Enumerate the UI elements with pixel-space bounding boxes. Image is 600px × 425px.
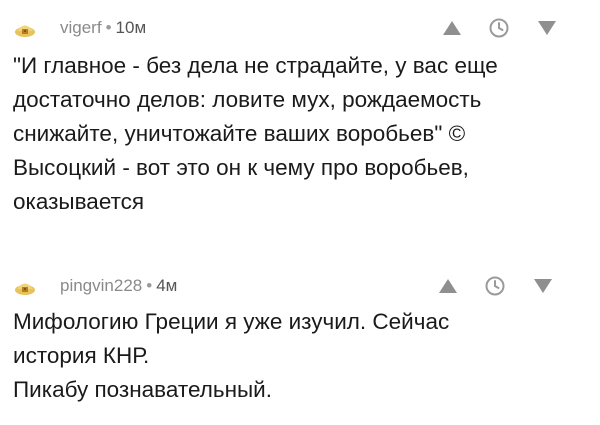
comment-text: "И главное - без дела не страдайте, у ва… <box>13 49 593 219</box>
author-name[interactable]: pingvin228 <box>60 276 142 295</box>
comment-meta: pingvin228 • 4м <box>60 276 177 296</box>
comment-meta: vigerf • 10м <box>60 18 146 38</box>
default-avatar-icon[interactable] <box>14 277 36 295</box>
author-name[interactable]: vigerf <box>60 18 102 37</box>
comment-text-line: снижайте, уничтожайте ваших воробьев" © <box>13 121 466 146</box>
comment-header: vigerf • 10м <box>0 10 600 44</box>
comment-actions <box>440 17 560 39</box>
comment-header: pingvin228 • 4м <box>0 268 600 302</box>
default-avatar-icon[interactable] <box>14 19 36 37</box>
triangle-up-icon[interactable] <box>440 17 464 39</box>
triangle-up-icon[interactable] <box>436 275 460 297</box>
meta-separator: • <box>146 276 153 295</box>
comment-time: 4м <box>156 276 178 295</box>
triangle-down-icon[interactable] <box>535 17 559 39</box>
comment-text-line: Высоцкий - вот это он к чему про воробье… <box>13 155 469 180</box>
comment-text-line: Пикабу познавательный. <box>13 377 272 402</box>
comment-actions <box>436 275 556 297</box>
comment-text-line: "И главное - без дела не страдайте, у ва… <box>13 53 498 78</box>
meta-separator: • <box>105 18 112 37</box>
comment-text-line: история КНР. <box>13 343 150 368</box>
clock-icon[interactable] <box>483 275 507 297</box>
comment-time: 10м <box>115 18 147 37</box>
triangle-down-icon[interactable] <box>531 275 555 297</box>
comment-text: Мифологию Греции я уже изучил. Сейчас ис… <box>13 305 593 407</box>
comment-text-line: достаточно делов: ловите мух, рождаемост… <box>13 87 482 112</box>
comment-text-line: оказывается <box>13 189 145 214</box>
comment-text-line: Мифологию Греции я уже изучил. Сейчас <box>13 309 450 334</box>
clock-icon[interactable] <box>487 17 511 39</box>
